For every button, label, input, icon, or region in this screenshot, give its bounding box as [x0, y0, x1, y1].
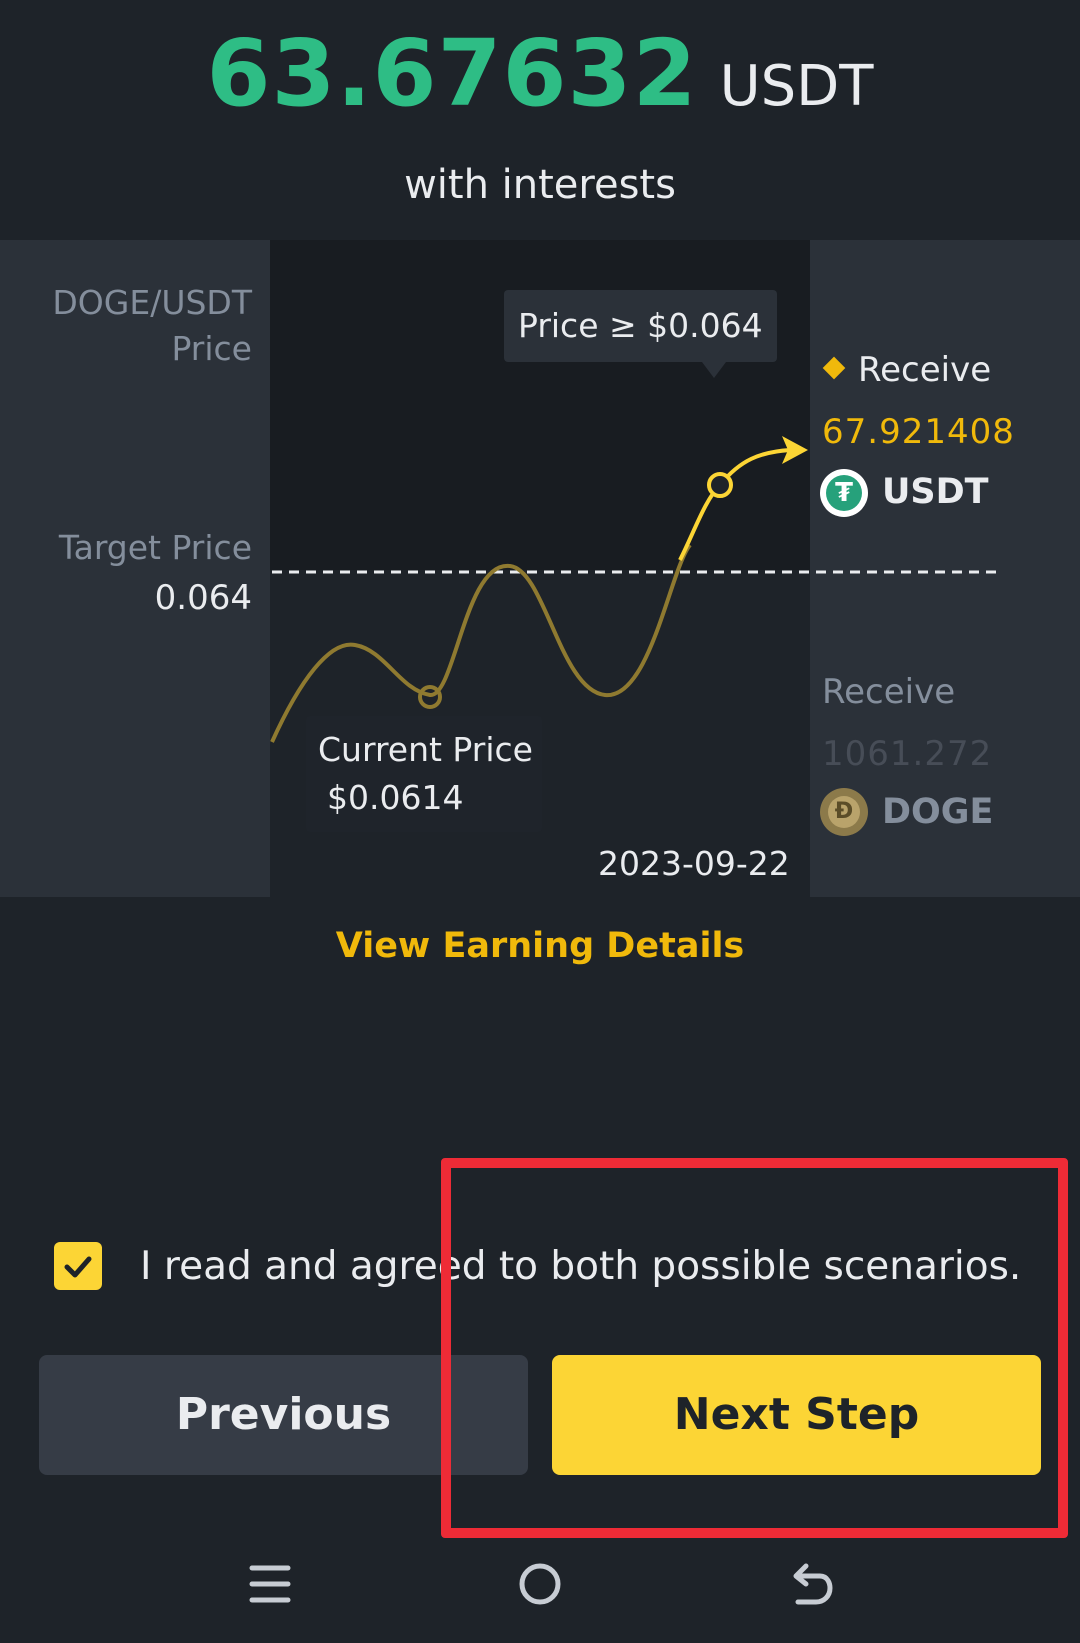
settlement-amount-row: 63.67632 USDT: [0, 20, 1080, 127]
settlement-amount: 63.67632: [206, 20, 698, 127]
target-price-tooltip: Price ≥ $0.064: [504, 290, 777, 362]
target-price-label: Target Price: [58, 528, 252, 567]
current-price-label: Current Price: [318, 730, 533, 769]
doge-symbol-icon: Ð: [828, 796, 860, 828]
y-axis-label: DOGE/USDT Price: [52, 283, 252, 368]
amount-subtitle: with interests: [404, 162, 676, 208]
previous-button[interactable]: Previous: [39, 1355, 528, 1475]
home-icon[interactable]: [516, 1560, 564, 1608]
settlement-date: 2023-09-22: [598, 844, 790, 883]
menu-icon[interactable]: [246, 1560, 294, 1608]
receive-high-label: Receive: [858, 350, 992, 390]
highlight-annotation-box: [441, 1158, 1068, 1538]
back-icon[interactable]: [786, 1560, 834, 1608]
receive-high-asset: USDT: [882, 472, 989, 512]
receive-low-amount: 1061.272: [822, 734, 993, 774]
receive-low-asset: DOGE: [882, 792, 994, 832]
settlement-unit: USDT: [719, 54, 874, 119]
receive-low-label: Receive: [822, 672, 956, 712]
agreement-text: I read and agreed to both possible scena…: [140, 1244, 1022, 1289]
current-price-value: $0.0614: [327, 778, 464, 817]
target-price-value: 0.064: [154, 578, 252, 618]
next-step-button[interactable]: Next Step: [552, 1355, 1041, 1475]
tether-symbol-icon: ₮: [826, 475, 862, 511]
checkmark-icon: [64, 1256, 92, 1278]
view-earning-details-link[interactable]: View Earning Details: [0, 926, 1080, 966]
agreement-checkbox[interactable]: [54, 1242, 102, 1290]
receive-high-amount: 67.921408: [822, 412, 1015, 452]
